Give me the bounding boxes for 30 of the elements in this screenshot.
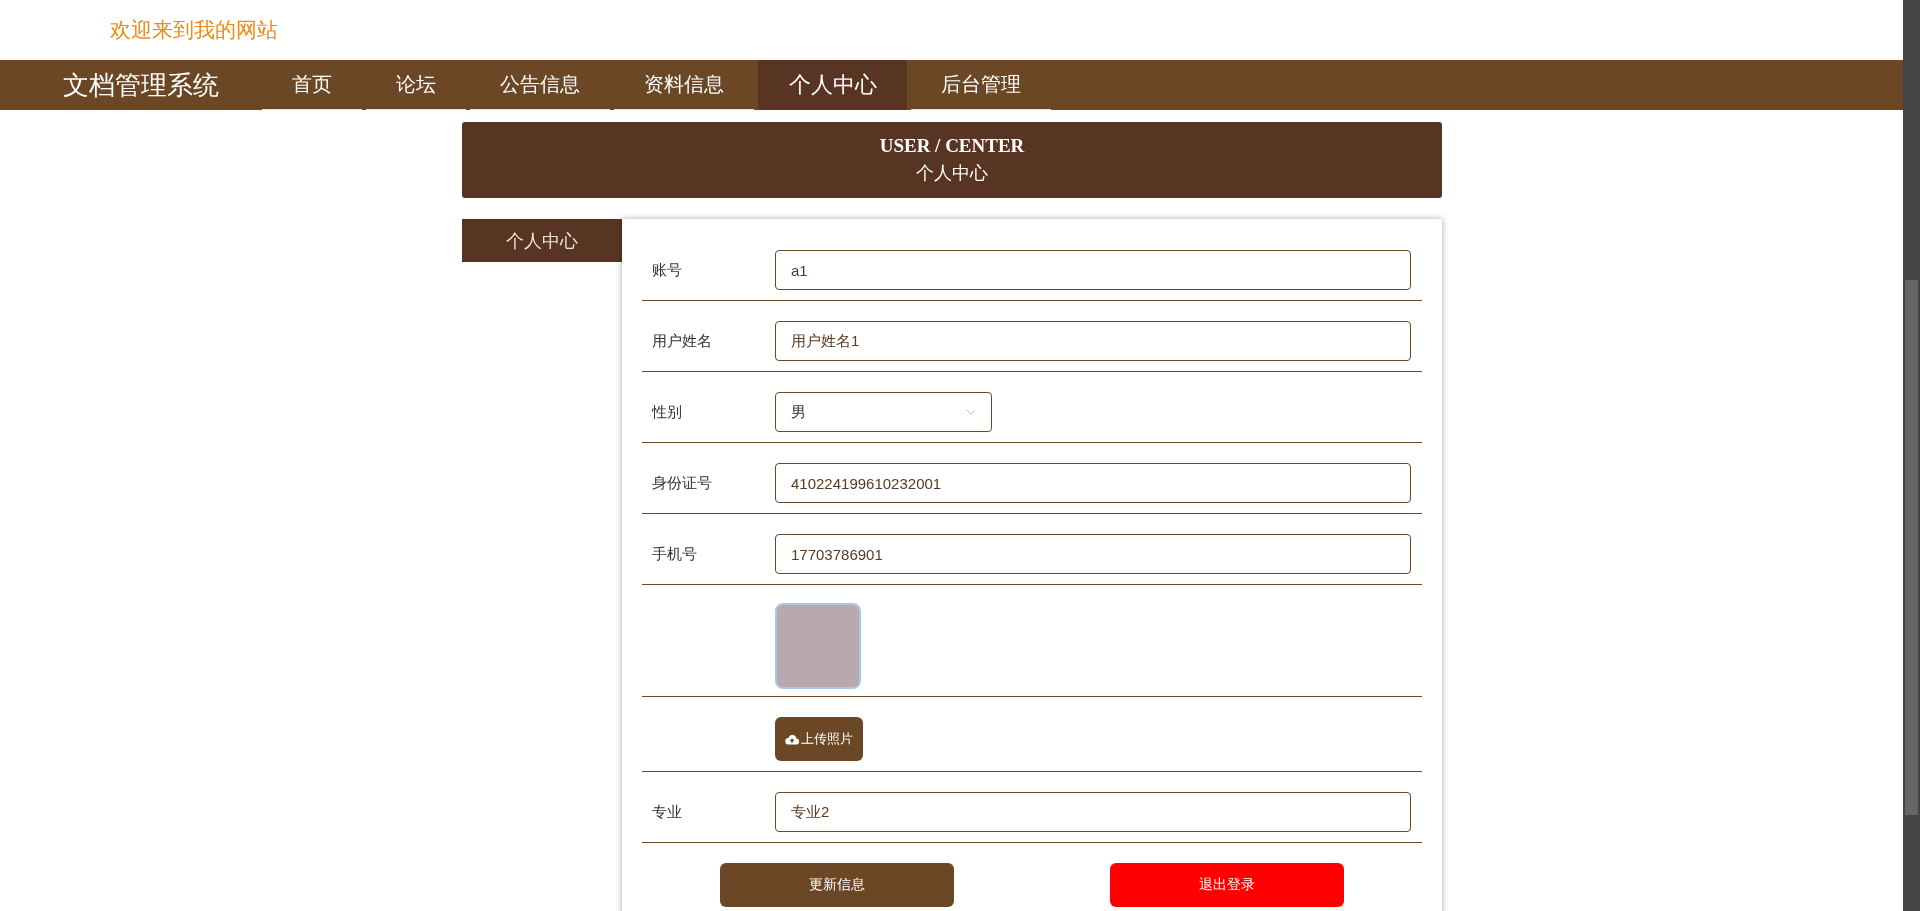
nav-tab[interactable]: 首页 bbox=[262, 60, 362, 110]
upload-button[interactable]: 上传照片 bbox=[775, 717, 863, 761]
input-field[interactable]: 17703786901 bbox=[775, 534, 1411, 574]
gender-select[interactable]: 男 bbox=[775, 392, 992, 432]
scrollbar-thumb[interactable] bbox=[1905, 280, 1918, 815]
field-label: 身份证号 bbox=[651, 473, 713, 493]
input-field[interactable]: 用户姓名1 bbox=[775, 321, 1411, 361]
nav-tab[interactable]: 论坛 bbox=[366, 60, 466, 110]
cloud-upload-icon bbox=[785, 733, 799, 745]
input-field[interactable]: 410224199610232001 bbox=[775, 463, 1411, 503]
logout-button[interactable]: 退出登录 bbox=[1110, 863, 1344, 907]
input-field[interactable]: 专业2 bbox=[775, 792, 1411, 832]
field-label: 性别 bbox=[650, 402, 683, 422]
scrollbar[interactable] bbox=[1903, 0, 1920, 911]
input-field[interactable]: a1 bbox=[775, 250, 1411, 290]
site-brand: 文档管理系统 bbox=[63, 68, 220, 102]
update-button[interactable]: 更新信息 bbox=[720, 863, 954, 907]
nav-tab[interactable]: 公告信息 bbox=[470, 60, 610, 110]
chevron-icon bbox=[966, 409, 976, 415]
field-label: 用户姓名 bbox=[651, 331, 713, 351]
nav-tab[interactable]: 资料信息 bbox=[614, 60, 754, 110]
banner-subtitle: 个人中心 bbox=[916, 162, 988, 185]
banner-title: USER / CENTER bbox=[879, 135, 1025, 157]
nav-tab[interactable]: 个人中心 bbox=[758, 60, 907, 110]
field-label: 专业 bbox=[651, 802, 683, 822]
field-label: 账号 bbox=[651, 260, 683, 280]
sidebar-item[interactable]: 个人中心 bbox=[462, 219, 622, 262]
welcome-text: 欢迎来到我的网站 bbox=[110, 17, 278, 43]
field-label: 手机号 bbox=[651, 544, 698, 564]
nav-tab[interactable]: 后台管理 bbox=[911, 60, 1051, 110]
